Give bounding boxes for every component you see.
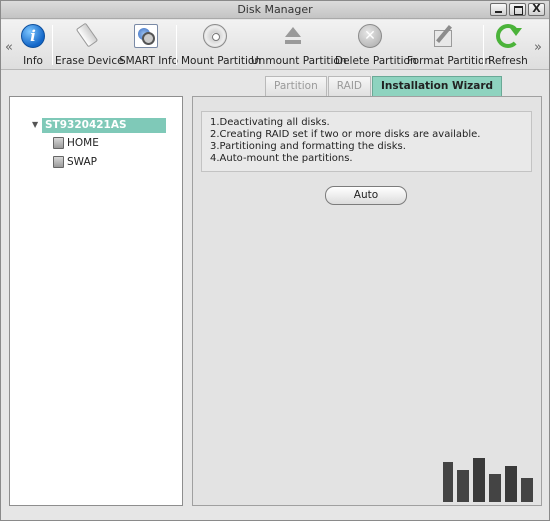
wizard-step: 3.Partitioning and formatting the disks. bbox=[210, 141, 406, 152]
format-partition-label: Format Partition bbox=[407, 55, 492, 67]
minimize-button[interactable] bbox=[490, 3, 507, 16]
toolbar: « Info Erase Device SMART Info Mount Par… bbox=[1, 20, 549, 70]
mount-partition-button[interactable]: Mount Partition bbox=[181, 20, 262, 70]
wizard-steps-box: 1.Deactivating all disks. 2.Creating RAI… bbox=[201, 111, 532, 172]
delete-partition-button[interactable]: Delete Partition bbox=[335, 20, 417, 70]
window-title: Disk Manager bbox=[237, 3, 313, 16]
disk-icon bbox=[53, 156, 64, 168]
tab-installation-wizard[interactable]: Installation Wizard bbox=[372, 76, 503, 96]
toolbar-separator bbox=[483, 25, 484, 65]
tab-partition[interactable]: Partition bbox=[265, 76, 327, 96]
tree-item-label: SWAP bbox=[67, 156, 97, 168]
info-label: Info bbox=[23, 55, 43, 67]
close-button[interactable]: X bbox=[528, 2, 545, 16]
info-button[interactable]: Info bbox=[17, 20, 49, 70]
smart-info-button[interactable]: SMART Info bbox=[119, 20, 179, 70]
info-icon bbox=[21, 24, 45, 48]
erase-device-button[interactable]: Erase Device bbox=[55, 20, 124, 70]
delete-icon bbox=[358, 24, 382, 48]
tree-item-home[interactable]: HOME bbox=[53, 136, 99, 150]
tab-raid[interactable]: RAID bbox=[327, 76, 372, 96]
maximize-button[interactable] bbox=[509, 3, 526, 16]
wizard-step: 2.Creating RAID set if two or more disks… bbox=[210, 129, 481, 140]
window-controls: X bbox=[490, 2, 545, 16]
disk-manager-window: Disk Manager X « Info Erase Device SMART… bbox=[0, 0, 550, 521]
eject-icon bbox=[281, 24, 305, 48]
wizard-step: 1.Deactivating all disks. bbox=[210, 117, 330, 128]
disk-tree-panel: ▼ ST9320421AS HOME SWAP bbox=[9, 96, 183, 506]
toolbar-separator bbox=[52, 25, 53, 65]
erase-device-label: Erase Device bbox=[55, 55, 124, 67]
refresh-label: Refresh bbox=[488, 55, 528, 67]
tree-item-label: HOME bbox=[67, 137, 99, 149]
refresh-button[interactable]: Refresh bbox=[487, 20, 529, 70]
wizard-step: 4.Auto-mount the partitions. bbox=[210, 153, 353, 164]
tree-item-disk[interactable]: ST9320421AS bbox=[42, 118, 166, 133]
watermark-logo-icon bbox=[443, 458, 533, 502]
refresh-icon bbox=[496, 24, 522, 48]
tree-item-swap[interactable]: SWAP bbox=[53, 155, 97, 169]
mount-partition-label: Mount Partition bbox=[181, 55, 262, 67]
title-bar[interactable]: Disk Manager X bbox=[1, 1, 549, 19]
format-icon bbox=[431, 24, 455, 48]
smart-info-label: SMART Info bbox=[119, 55, 179, 67]
close-icon: X bbox=[532, 2, 541, 15]
auto-button[interactable]: Auto bbox=[325, 186, 407, 205]
tab-bar: Partition RAID Installation Wizard bbox=[265, 76, 503, 96]
collapse-arrow-icon[interactable]: ▼ bbox=[32, 120, 38, 129]
format-partition-button[interactable]: Format Partition bbox=[407, 20, 492, 70]
disc-icon bbox=[203, 24, 227, 48]
toolbar-separator bbox=[176, 25, 177, 65]
unmount-partition-label: Unmount Partition bbox=[251, 55, 347, 67]
eraser-icon bbox=[75, 22, 99, 48]
scroll-right-button[interactable]: » bbox=[534, 40, 542, 55]
smart-info-icon bbox=[134, 24, 158, 48]
scroll-left-button[interactable]: « bbox=[5, 40, 13, 55]
unmount-partition-button[interactable]: Unmount Partition bbox=[251, 20, 347, 70]
delete-partition-label: Delete Partition bbox=[335, 55, 417, 67]
disk-icon bbox=[53, 137, 64, 149]
